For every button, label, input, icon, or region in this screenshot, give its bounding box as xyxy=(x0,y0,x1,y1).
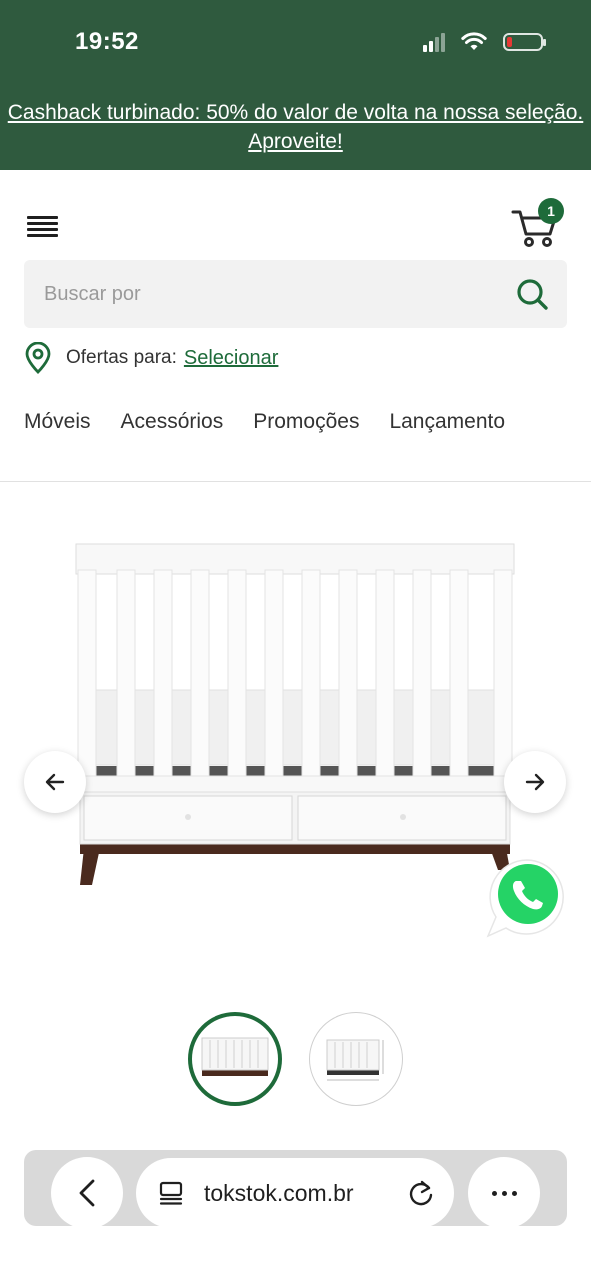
thumbnail-crib-image xyxy=(201,1037,269,1076)
browser-back-button[interactable] xyxy=(51,1157,123,1229)
category-lancamento[interactable]: Lançamento xyxy=(389,410,505,434)
menu-icon[interactable] xyxy=(27,216,58,238)
browser-more-button[interactable] xyxy=(468,1157,540,1229)
next-image-button[interactable] xyxy=(504,751,566,813)
browser-url: tokstok.com.br xyxy=(204,1179,354,1206)
category-moveis[interactable]: Móveis xyxy=(24,410,91,434)
location-pin-icon xyxy=(25,342,51,374)
browser-address-bar[interactable]: tokstok.com.br xyxy=(136,1158,454,1228)
search-icon[interactable] xyxy=(515,277,549,311)
previous-image-button[interactable] xyxy=(24,751,86,813)
more-icon-dot xyxy=(501,1190,507,1196)
thumbnail-crib-dimensions-image xyxy=(326,1039,384,1081)
battery-icon xyxy=(503,33,546,51)
status-icons xyxy=(423,32,546,52)
search-input[interactable] xyxy=(44,260,504,328)
offers-row: Ofertas para: Selecionar xyxy=(24,342,278,374)
top-banner: 19:52 Cashback turbinado: 50% do valor d… xyxy=(0,0,591,170)
status-time: 19:52 xyxy=(75,28,139,55)
thumbnail-1[interactable] xyxy=(188,1012,282,1106)
arrow-right-icon xyxy=(525,773,545,791)
chevron-left-icon xyxy=(79,1179,95,1207)
reload-icon[interactable] xyxy=(408,1179,434,1207)
promo-banner-link[interactable]: Cashback turbinado: 50% do valor de volt… xyxy=(0,98,591,156)
cart-count-badge: 1 xyxy=(538,198,564,224)
thumbnail-2[interactable] xyxy=(309,1012,403,1106)
divider xyxy=(0,481,591,482)
offers-label: Ofertas para: xyxy=(66,347,177,368)
product-image-crib xyxy=(75,543,515,885)
more-icon-dot xyxy=(511,1190,517,1196)
select-location-link[interactable]: Selecionar xyxy=(184,347,279,370)
category-acessorios[interactable]: Acessórios xyxy=(121,410,224,434)
tabs-icon xyxy=(159,1181,183,1205)
signal-icon xyxy=(423,32,445,52)
category-promocoes[interactable]: Promoções xyxy=(253,410,359,434)
category-nav: Móveis Acessórios Promoções Lançamento xyxy=(24,410,505,434)
more-icon-dot xyxy=(491,1190,497,1196)
page: 19:52 Cashback turbinado: 50% do valor d… xyxy=(0,0,591,1280)
whatsapp-icon[interactable] xyxy=(486,856,568,938)
arrow-left-icon xyxy=(45,773,65,791)
wifi-icon xyxy=(461,32,487,50)
search-box xyxy=(24,260,567,328)
